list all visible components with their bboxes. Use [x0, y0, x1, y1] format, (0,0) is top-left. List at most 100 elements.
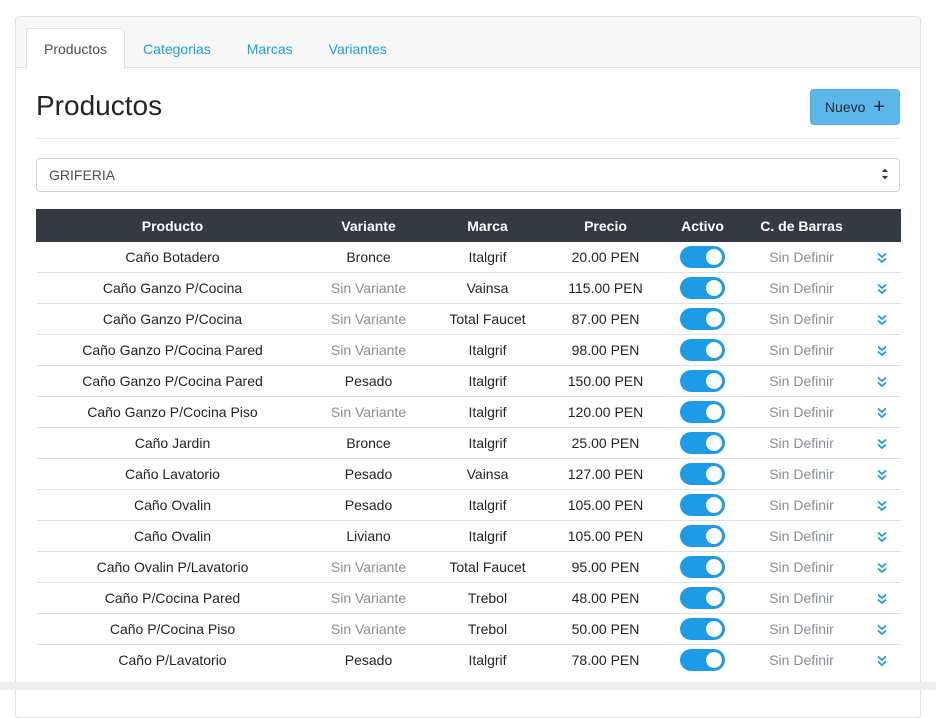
cell-activo	[664, 365, 741, 397]
chevron-double-down-icon[interactable]	[876, 655, 888, 667]
cell-activo	[664, 613, 741, 645]
cell-activo	[664, 458, 741, 490]
active-toggle[interactable]	[680, 525, 725, 547]
active-toggle[interactable]	[680, 246, 725, 268]
cell-variante: Pesado	[308, 489, 429, 521]
cell-producto: Caño Ovalin	[36, 520, 309, 552]
header-variante: Variante	[308, 209, 429, 242]
cell-precio: 95.00 PEN	[546, 551, 665, 583]
cell-precio: 87.00 PEN	[546, 303, 665, 335]
chevron-double-down-icon[interactable]	[876, 500, 888, 512]
cell-expand	[862, 613, 901, 645]
table-row: Caño Ganzo P/Cocina Sin Variante Vainsa 115…	[36, 272, 901, 304]
chevron-double-down-icon[interactable]	[876, 283, 888, 295]
category-select-value: GRIFERIA	[49, 167, 116, 183]
horizontal-scrollbar[interactable]	[0, 682, 936, 690]
cell-expand	[862, 582, 901, 614]
active-toggle[interactable]	[680, 339, 725, 361]
cell-variante: Pesado	[308, 458, 429, 490]
toggle-knob	[706, 652, 722, 668]
table-row: Caño Ovalin Pesado Italgrif 105.00 PEN Sin D…	[36, 489, 901, 521]
cell-barras: Sin Definir	[740, 365, 863, 397]
cell-marca: Italgrif	[428, 365, 547, 397]
cell-marca: Italgrif	[428, 396, 547, 428]
chevron-double-down-icon[interactable]	[876, 624, 888, 636]
table-row: Caño P/Cocina Pared Sin Variante Trebol 48.…	[36, 582, 901, 614]
chevron-double-down-icon[interactable]	[876, 469, 888, 481]
cell-marca: Italgrif	[428, 334, 547, 366]
chevron-double-down-icon[interactable]	[876, 593, 888, 605]
table-row: Caño Ovalin P/Lavatorio Sin Variante Total…	[36, 551, 901, 583]
cell-expand	[862, 396, 901, 428]
title-row: Productos Nuevo +	[36, 68, 900, 139]
cell-producto: Caño Jardin	[36, 427, 309, 459]
cell-producto: Caño Lavatorio	[36, 458, 309, 490]
active-toggle[interactable]	[680, 277, 725, 299]
category-select[interactable]: GRIFERIA	[36, 158, 900, 192]
chevron-double-down-icon[interactable]	[876, 531, 888, 543]
cell-barras: Sin Definir	[740, 520, 863, 552]
cell-precio: 50.00 PEN	[546, 613, 665, 645]
cell-variante: Sin Variante	[308, 272, 429, 304]
cell-variante: Sin Variante	[308, 551, 429, 583]
active-toggle[interactable]	[680, 494, 725, 516]
chevron-double-down-icon[interactable]	[876, 314, 888, 326]
cell-variante: Bronce	[308, 241, 429, 273]
cell-marca: Vainsa	[428, 272, 547, 304]
active-toggle[interactable]	[680, 587, 725, 609]
cell-barras: Sin Definir	[740, 458, 863, 490]
cell-barras: Sin Definir	[740, 303, 863, 335]
cell-activo	[664, 303, 741, 335]
active-toggle[interactable]	[680, 370, 725, 392]
chevron-double-down-icon[interactable]	[876, 562, 888, 574]
header-actions	[862, 209, 901, 242]
toggle-knob	[706, 466, 722, 482]
active-toggle[interactable]	[680, 463, 725, 485]
toggle-knob	[706, 435, 722, 451]
cell-expand	[862, 272, 901, 304]
active-toggle[interactable]	[680, 618, 725, 640]
cell-variante: Bronce	[308, 427, 429, 459]
cell-activo	[664, 582, 741, 614]
active-toggle[interactable]	[680, 556, 725, 578]
toggle-knob	[706, 249, 722, 265]
new-product-button[interactable]: Nuevo +	[810, 89, 900, 125]
chevron-double-down-icon[interactable]	[876, 345, 888, 357]
active-toggle[interactable]	[680, 401, 725, 423]
table-header: Producto Variante Marca Precio Activo C.…	[36, 209, 901, 242]
products-card: Productos Categorias Marcas Variantes Pr…	[15, 16, 921, 718]
cell-precio: 150.00 PEN	[546, 365, 665, 397]
toggle-knob	[706, 311, 722, 327]
tab-categorias[interactable]: Categorias	[125, 28, 229, 69]
toggle-knob	[706, 280, 722, 296]
plus-icon: +	[873, 96, 886, 118]
header-activo: Activo	[664, 209, 741, 242]
table-row: Caño Ganzo P/Cocina Sin Variante Total Fau…	[36, 303, 901, 335]
cell-precio: 78.00 PEN	[546, 644, 665, 675]
chevron-double-down-icon[interactable]	[876, 438, 888, 450]
cell-marca: Vainsa	[428, 458, 547, 490]
cell-activo	[664, 489, 741, 521]
cell-variante: Sin Variante	[308, 582, 429, 614]
products-table: Producto Variante Marca Precio Activo C.…	[36, 209, 901, 675]
toggle-knob	[706, 528, 722, 544]
chevron-double-down-icon[interactable]	[876, 407, 888, 419]
toggle-knob	[706, 342, 722, 358]
chevron-double-down-icon[interactable]	[876, 252, 888, 264]
toggle-knob	[706, 559, 722, 575]
cell-marca: Total Faucet	[428, 303, 547, 335]
cell-variante: Sin Variante	[308, 396, 429, 428]
active-toggle[interactable]	[680, 649, 725, 671]
active-toggle[interactable]	[680, 308, 725, 330]
tab-marcas[interactable]: Marcas	[229, 28, 311, 69]
active-toggle[interactable]	[680, 432, 725, 454]
select-arrows-icon	[882, 168, 888, 180]
cell-activo	[664, 520, 741, 552]
cell-precio: 20.00 PEN	[546, 241, 665, 273]
cell-variante: Pesado	[308, 365, 429, 397]
table-row: Caño Ganzo P/Cocina Pared Pesado Italgrif 1…	[36, 365, 901, 397]
tab-variantes[interactable]: Variantes	[311, 28, 405, 69]
cell-producto: Caño P/Lavatorio	[36, 644, 309, 675]
chevron-double-down-icon[interactable]	[876, 376, 888, 388]
tab-productos[interactable]: Productos	[26, 28, 126, 70]
